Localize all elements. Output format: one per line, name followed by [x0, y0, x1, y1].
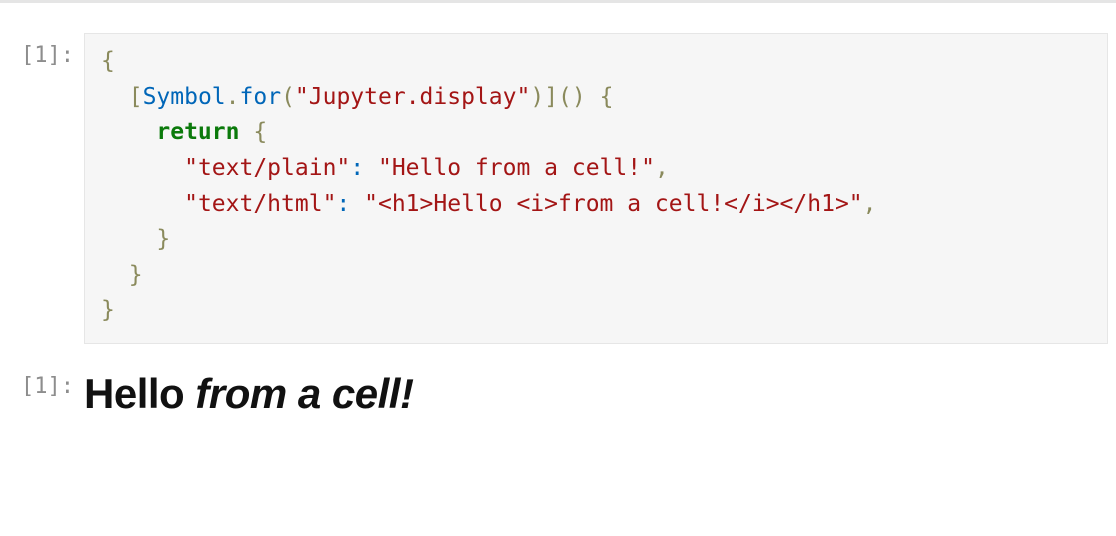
value-text-plain: "Hello from a cell!": [378, 155, 655, 181]
string-jupyter-display: "Jupyter.display": [295, 84, 530, 110]
key-text-html: "text/html": [184, 191, 336, 217]
input-prompt: [1]:: [12, 33, 84, 68]
bracket-close: ]: [544, 84, 558, 110]
value-text-html: "<h1>Hello <i>from a cell!</i></h1>": [364, 191, 863, 217]
bracket-open: [: [129, 84, 143, 110]
token-for: for: [240, 84, 282, 110]
code-input[interactable]: { [Symbol.for("Jupyter.display")]() { re…: [84, 33, 1108, 344]
window-top-border: [0, 0, 1116, 3]
input-cell: [1]: { [Symbol.for("Jupyter.display")]()…: [0, 33, 1116, 344]
output-prompt: [1]:: [12, 364, 84, 399]
key-text-plain: "text/plain": [184, 155, 350, 181]
output-heading-plain: Hello: [84, 370, 195, 417]
brace-close: }: [101, 297, 115, 323]
brace-open: {: [101, 48, 115, 74]
keyword-return: return: [156, 119, 239, 145]
output-cell: [1]: Hello from a cell!: [0, 364, 1116, 418]
output-heading: Hello from a cell!: [84, 370, 1108, 418]
output-area: Hello from a cell!: [84, 364, 1108, 418]
token-symbol: Symbol: [143, 84, 226, 110]
output-heading-italic: from a cell!: [195, 370, 413, 417]
